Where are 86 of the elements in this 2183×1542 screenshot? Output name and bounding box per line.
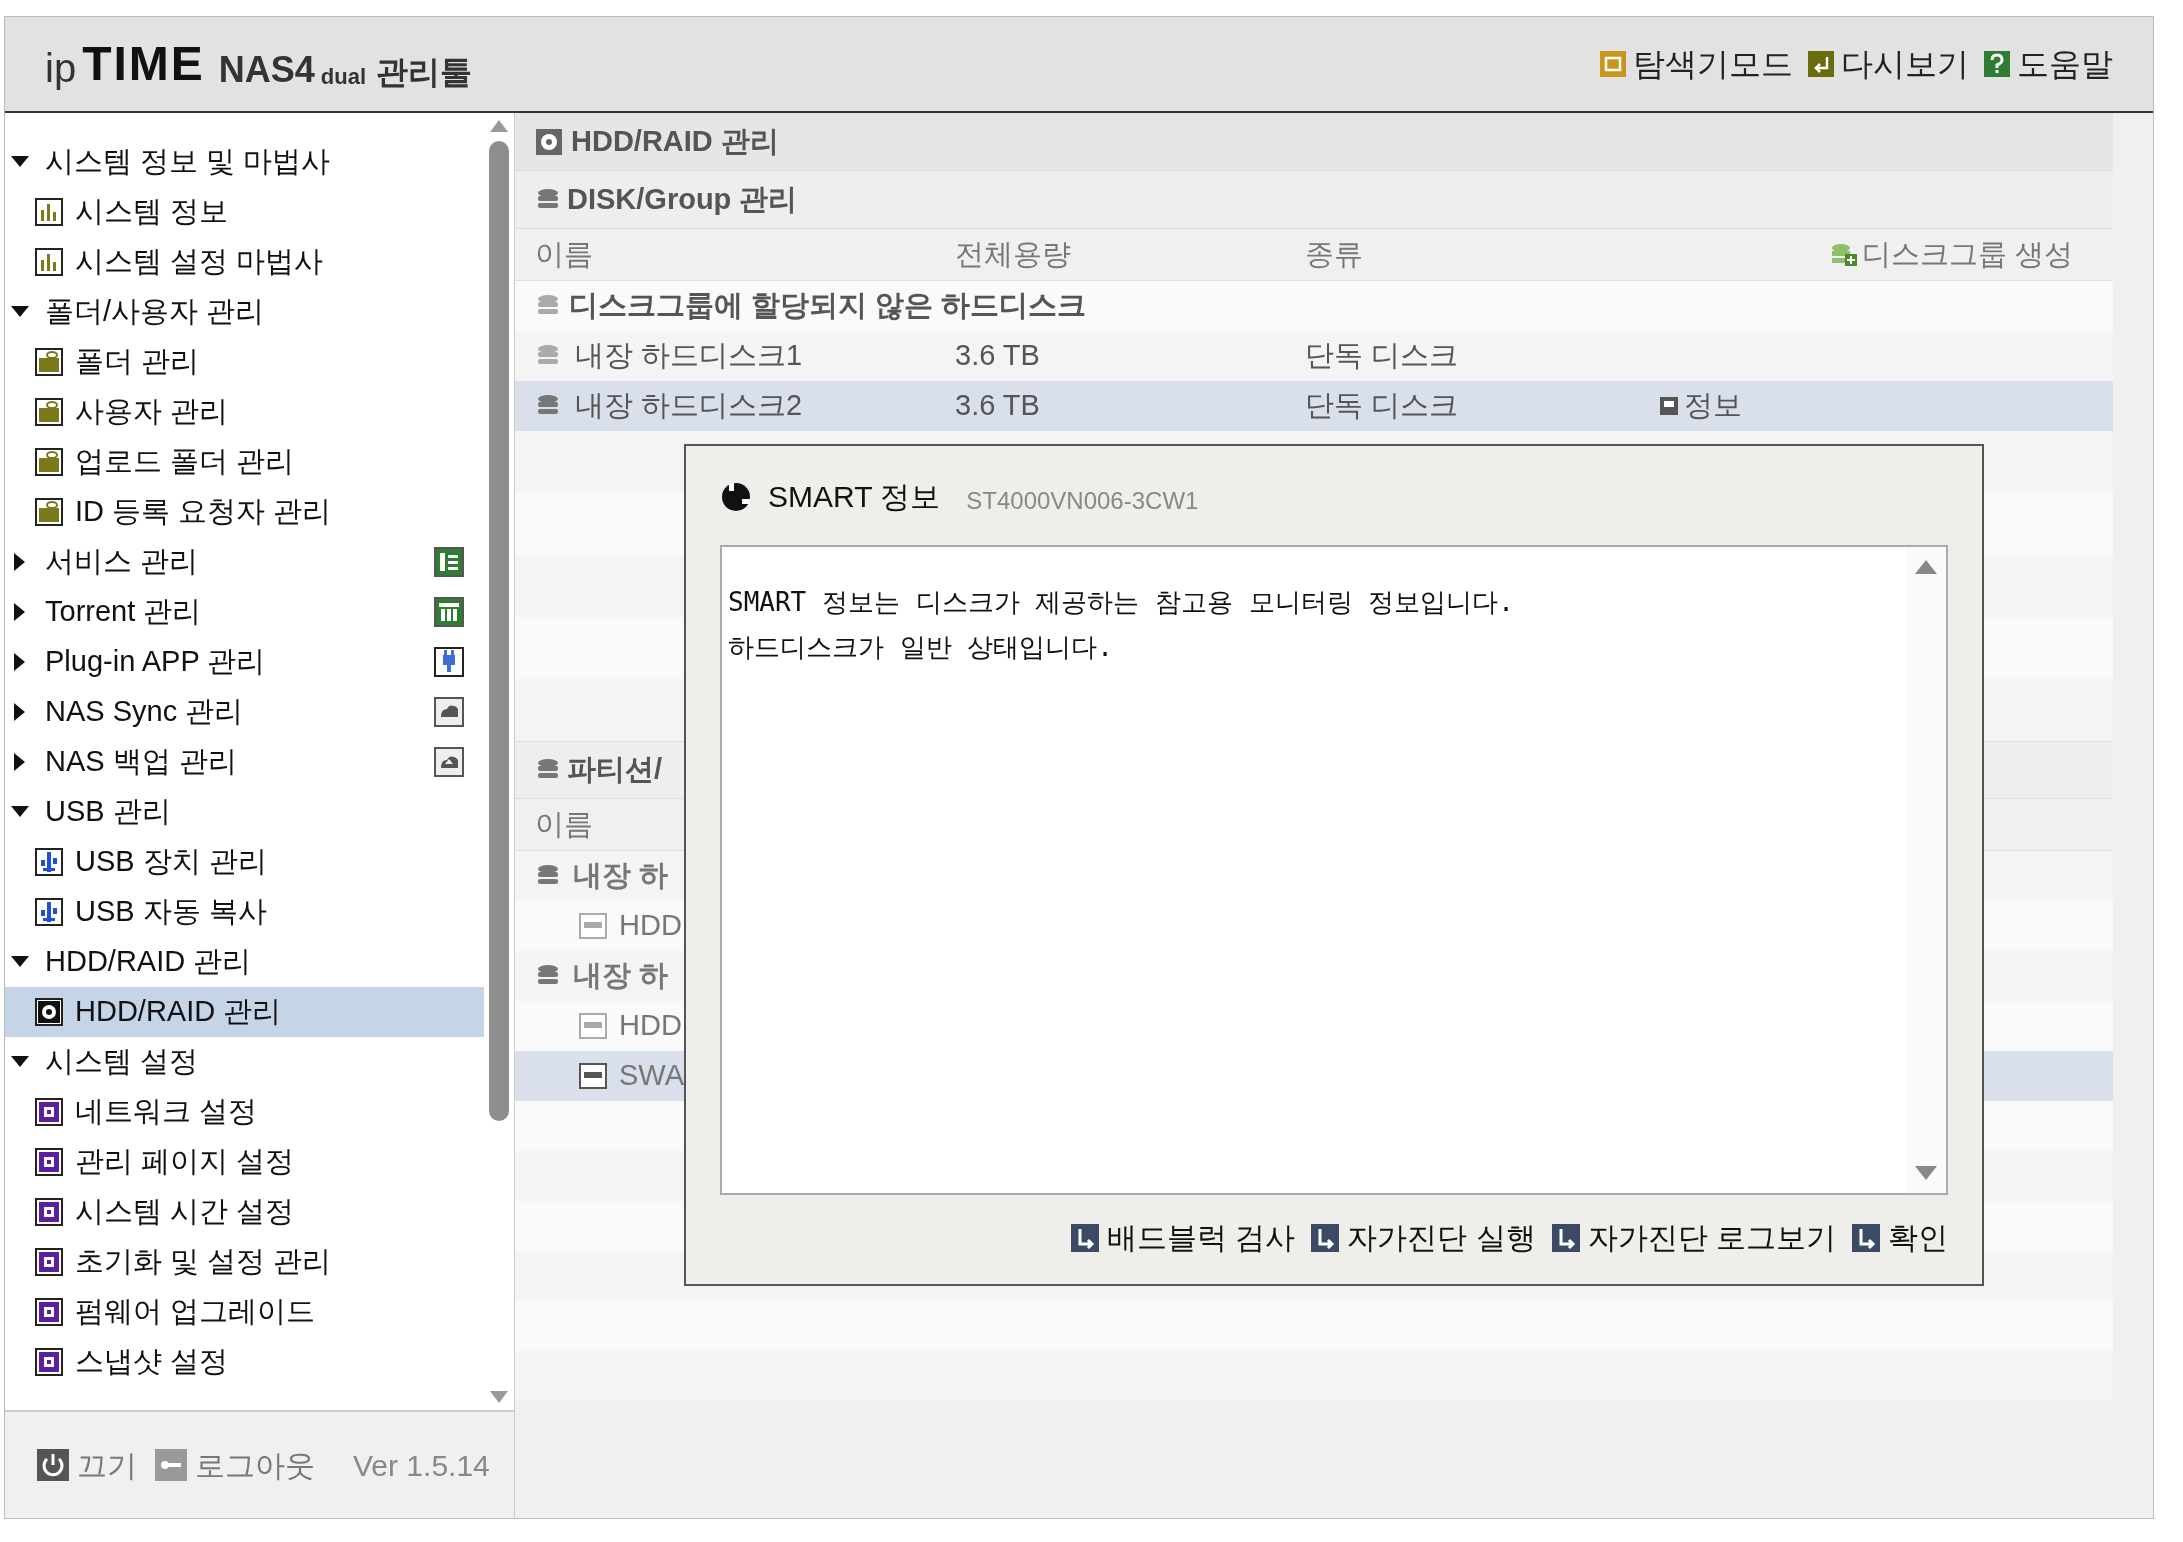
backup-icon	[434, 747, 464, 777]
chart-icon	[35, 248, 63, 276]
create-disk-group-link[interactable]: 디스크그룹 생성	[1829, 232, 2073, 277]
disk-add-icon	[1829, 241, 1858, 268]
logout-button[interactable]: 로그아웃	[155, 1442, 315, 1488]
usb-icon	[35, 848, 63, 876]
folder-icon	[35, 398, 63, 426]
tree-item[interactable]: ID 등록 요청자 관리	[5, 487, 484, 537]
header-link[interactable]: 다시보기	[1841, 40, 1969, 88]
tree-group-item[interactable]: NAS 백업 관리	[5, 737, 484, 787]
key-icon	[155, 1449, 187, 1481]
folder-icon	[35, 448, 63, 476]
disk-row[interactable]: 내장 하드디스크2 3.6 TB 단독 디스크 정보	[515, 381, 2113, 431]
power-off-button[interactable]: 끄기	[37, 1442, 137, 1488]
version-text: Ver 1.5.14	[353, 1447, 490, 1484]
model-text: ST4000VN006-3CW1	[966, 486, 1199, 516]
plugin-icon	[434, 647, 464, 677]
info-icon	[1660, 397, 1678, 415]
section-title-bar: HDD/RAID 관리	[515, 113, 2113, 171]
window-icon	[1599, 50, 1627, 78]
tree-item[interactable]: 관리 페이지 설정	[5, 1137, 484, 1187]
capacity-text: 3.6 TB	[955, 338, 1041, 374]
tree-group-item[interactable]: HDD/RAID 관리	[5, 937, 484, 987]
column-header: 전체용량	[955, 236, 1072, 272]
chart-icon	[35, 198, 63, 226]
drive-icon	[579, 913, 607, 939]
folder-icon	[35, 348, 63, 376]
capacity-text: 3.6 TB	[955, 388, 1041, 424]
tree-item[interactable]: 시스템 설정 마법사	[5, 237, 484, 287]
header-link[interactable]: 탐색기모드	[1633, 40, 1793, 88]
gear-icon	[35, 1198, 63, 1226]
tree-item[interactable]: 시스템 시간 설정	[5, 1187, 484, 1237]
tree-item[interactable]: 시스템 정보	[5, 187, 484, 237]
tree-item[interactable]: 펌웨어 업그레이드	[5, 1287, 484, 1337]
tree-item[interactable]: 업로드 폴더 관리	[5, 437, 484, 487]
help-icon	[1983, 50, 2011, 78]
drive-icon	[579, 1063, 607, 1089]
disk-name: 내장 하드디스크1	[575, 338, 803, 374]
sync-icon	[434, 697, 464, 727]
column-header: 이름	[535, 236, 594, 272]
logo: ipTIME NAS4 dual 관리툴	[45, 40, 473, 88]
gear-icon	[35, 1098, 63, 1126]
tree-item[interactable]: HDD/RAID 관리	[5, 987, 484, 1037]
tree-group-item[interactable]: NAS Sync 관리	[5, 687, 484, 737]
disk-row[interactable]: 내장 하드디스크1 3.6 TB 단독 디스크	[515, 331, 2113, 381]
tree-group-item[interactable]: 서비스 관리	[5, 537, 484, 587]
info-link[interactable]: 정보	[1660, 384, 1742, 428]
tree-group-item[interactable]: USB 관리	[5, 787, 484, 837]
gear-icon	[35, 1248, 63, 1276]
gear-icon	[35, 1298, 63, 1326]
torrent-icon	[434, 597, 464, 627]
drive-icon	[579, 1013, 607, 1039]
dialog-button[interactable]: 확인	[1852, 1215, 1948, 1260]
tree-item[interactable]: 사용자 관리	[5, 387, 484, 437]
tree-item[interactable]: USB 자동 복사	[5, 887, 484, 937]
disk-icon	[35, 998, 63, 1026]
tree-group-item[interactable]: Plug-in APP 관리	[5, 637, 484, 687]
tree-group-item[interactable]: Torrent 관리	[5, 587, 484, 637]
tree-item[interactable]: 스냅샷 설정	[5, 1337, 484, 1387]
tree-item[interactable]: USB 장치 관리	[5, 837, 484, 887]
service-icon	[434, 547, 464, 577]
dialog-button[interactable]: 자가진단 로그보기	[1551, 1215, 1836, 1260]
usb-icon	[35, 898, 63, 926]
tree-group-item[interactable]: 폴더/사용자 관리	[5, 287, 484, 337]
folder-icon	[35, 498, 63, 526]
message-line: SMART 정보는 디스크가 제공하는 참고용 모니터링 정보입니다.	[728, 586, 1515, 619]
tree-group-item[interactable]: 시스템 정보 및 마법사	[5, 137, 484, 187]
gear-icon	[35, 1148, 63, 1176]
group-row: 디스크그룹에 할당되지 않은 하드디스크	[515, 281, 2113, 331]
dialog-button[interactable]: 자가진단 실행	[1311, 1215, 1536, 1260]
column-header: 종류	[1305, 236, 1364, 272]
power-icon	[37, 1449, 69, 1481]
type-text: 단독 디스크	[1305, 388, 1460, 424]
dialog-button[interactable]: 배드블럭 검사	[1070, 1215, 1296, 1260]
tree-item[interactable]: 폴더 관리	[5, 337, 484, 387]
tree-group-item[interactable]: 시스템 설정	[5, 1037, 484, 1087]
message-line: 하드디스크가 일반 상태입니다.	[728, 631, 1114, 664]
disk-name: 내장 하드디스크2	[575, 388, 803, 424]
gear-icon	[35, 1348, 63, 1376]
tree-item[interactable]: 네트워크 설정	[5, 1087, 484, 1137]
type-text: 단독 디스크	[1305, 338, 1460, 374]
dialog-title: SMART 정보	[768, 479, 941, 515]
scrollbar[interactable]	[1906, 547, 1946, 1193]
header-link[interactable]: 도움말	[2017, 40, 2113, 88]
tree-item[interactable]: 초기화 및 설정 관리	[5, 1237, 484, 1287]
column-header: 이름	[535, 806, 593, 842]
